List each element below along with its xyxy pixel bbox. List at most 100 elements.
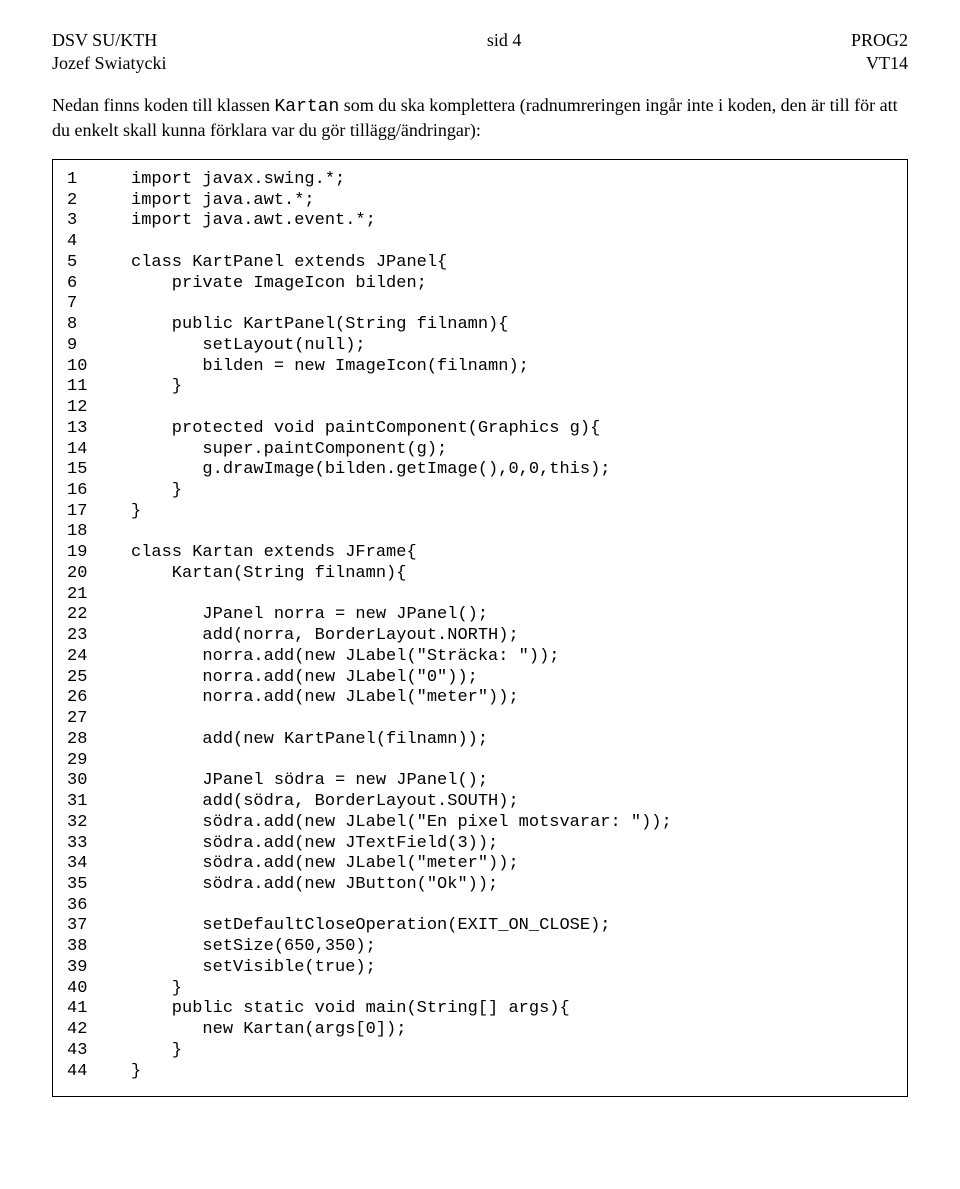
line-number: 33	[67, 834, 131, 855]
line-number: 41	[67, 999, 131, 1020]
line-number: 22	[67, 605, 131, 626]
code-line: 40 }	[67, 979, 893, 1000]
code-line: 30 JPanel södra = new JPanel();	[67, 771, 893, 792]
code-line: 19class Kartan extends JFrame{	[67, 543, 893, 564]
subheader-left: Jozef Swiatycki	[52, 53, 166, 74]
code-line: 34 södra.add(new JLabel("meter"));	[67, 854, 893, 875]
line-content: setVisible(true);	[131, 958, 376, 979]
line-number: 27	[67, 709, 131, 730]
line-number: 43	[67, 1041, 131, 1062]
subheader-right: VT14	[866, 53, 908, 74]
line-number: 25	[67, 668, 131, 689]
line-number: 20	[67, 564, 131, 585]
code-line: 18	[67, 522, 893, 543]
line-content: }	[131, 979, 182, 1000]
line-content: import javax.swing.*;	[131, 170, 345, 191]
line-content: bilden = new ImageIcon(filnamn);	[131, 357, 529, 378]
code-line: 11 }	[67, 377, 893, 398]
line-number: 21	[67, 585, 131, 606]
line-number: 35	[67, 875, 131, 896]
line-number: 40	[67, 979, 131, 1000]
line-number: 4	[67, 232, 131, 253]
code-line: 42 new Kartan(args[0]);	[67, 1020, 893, 1041]
line-number: 14	[67, 440, 131, 461]
line-content: public KartPanel(String filnamn){	[131, 315, 508, 336]
code-line: 43 }	[67, 1041, 893, 1062]
line-number: 9	[67, 336, 131, 357]
header-center: sid 4	[487, 30, 522, 51]
code-line: 26 norra.add(new JLabel("meter"));	[67, 688, 893, 709]
line-number: 39	[67, 958, 131, 979]
code-line: 39 setVisible(true);	[67, 958, 893, 979]
code-line: 32 södra.add(new JLabel("En pixel motsva…	[67, 813, 893, 834]
line-number: 13	[67, 419, 131, 440]
code-line: 27	[67, 709, 893, 730]
code-line: 35 södra.add(new JButton("Ok"));	[67, 875, 893, 896]
code-line: 17}	[67, 502, 893, 523]
line-content: norra.add(new JLabel("Sträcka: "));	[131, 647, 559, 668]
line-content: södra.add(new JLabel("En pixel motsvarar…	[131, 813, 672, 834]
line-content: add(norra, BorderLayout.NORTH);	[131, 626, 519, 647]
line-content: }	[131, 377, 182, 398]
line-number: 19	[67, 543, 131, 564]
code-line: 33 södra.add(new JTextField(3));	[67, 834, 893, 855]
line-number: 28	[67, 730, 131, 751]
line-content: södra.add(new JButton("Ok"));	[131, 875, 498, 896]
code-line: 14 super.paintComponent(g);	[67, 440, 893, 461]
code-line: 21	[67, 585, 893, 606]
line-content: JPanel södra = new JPanel();	[131, 771, 488, 792]
line-content: class KartPanel extends JPanel{	[131, 253, 447, 274]
code-listing: 1import javax.swing.*;2import java.awt.*…	[52, 159, 908, 1097]
line-number: 44	[67, 1062, 131, 1083]
code-line: 23 add(norra, BorderLayout.NORTH);	[67, 626, 893, 647]
line-content: setDefaultCloseOperation(EXIT_ON_CLOSE);	[131, 916, 610, 937]
code-line: 5class KartPanel extends JPanel{	[67, 253, 893, 274]
line-content: new Kartan(args[0]);	[131, 1020, 406, 1041]
line-number: 29	[67, 751, 131, 772]
code-line: 1import javax.swing.*;	[67, 170, 893, 191]
code-line: 13 protected void paintComponent(Graphic…	[67, 419, 893, 440]
line-number: 36	[67, 896, 131, 917]
line-content: g.drawImage(bilden.getImage(),0,0,this);	[131, 460, 610, 481]
line-content: }	[131, 1041, 182, 1062]
code-line: 9 setLayout(null);	[67, 336, 893, 357]
line-content: add(södra, BorderLayout.SOUTH);	[131, 792, 519, 813]
line-content: add(new KartPanel(filnamn));	[131, 730, 488, 751]
line-content: }	[131, 481, 182, 502]
code-line: 24 norra.add(new JLabel("Sträcka: "));	[67, 647, 893, 668]
line-number: 42	[67, 1020, 131, 1041]
header-left: DSV SU/KTH	[52, 30, 157, 51]
code-line: 28 add(new KartPanel(filnamn));	[67, 730, 893, 751]
line-content: setSize(650,350);	[131, 937, 376, 958]
code-line: 15 g.drawImage(bilden.getImage(),0,0,thi…	[67, 460, 893, 481]
line-number: 30	[67, 771, 131, 792]
code-line: 38 setSize(650,350);	[67, 937, 893, 958]
code-line: 3import java.awt.event.*;	[67, 211, 893, 232]
code-line: 10 bilden = new ImageIcon(filnamn);	[67, 357, 893, 378]
code-line: 31 add(södra, BorderLayout.SOUTH);	[67, 792, 893, 813]
line-content: södra.add(new JTextField(3));	[131, 834, 498, 855]
line-number: 1	[67, 170, 131, 191]
line-number: 34	[67, 854, 131, 875]
line-number: 24	[67, 647, 131, 668]
line-number: 6	[67, 274, 131, 295]
code-line: 20 Kartan(String filnamn){	[67, 564, 893, 585]
line-content: norra.add(new JLabel("0"));	[131, 668, 478, 689]
line-number: 26	[67, 688, 131, 709]
line-content: }	[131, 1062, 141, 1083]
line-number: 11	[67, 377, 131, 398]
line-number: 3	[67, 211, 131, 232]
class-name-inline: Kartan	[274, 97, 339, 117]
line-content: class Kartan extends JFrame{	[131, 543, 417, 564]
line-content: norra.add(new JLabel("meter"));	[131, 688, 519, 709]
page-header: DSV SU/KTH sid 4 PROG2	[52, 30, 908, 51]
intro-paragraph: Nedan finns koden till klassen Kartan so…	[52, 94, 908, 141]
line-number: 2	[67, 191, 131, 212]
code-line: 22 JPanel norra = new JPanel();	[67, 605, 893, 626]
line-number: 7	[67, 294, 131, 315]
line-content: import java.awt.event.*;	[131, 211, 376, 232]
line-content: setLayout(null);	[131, 336, 366, 357]
line-number: 23	[67, 626, 131, 647]
page-subheader: Jozef Swiatycki VT14	[52, 53, 908, 74]
code-line: 25 norra.add(new JLabel("0"));	[67, 668, 893, 689]
